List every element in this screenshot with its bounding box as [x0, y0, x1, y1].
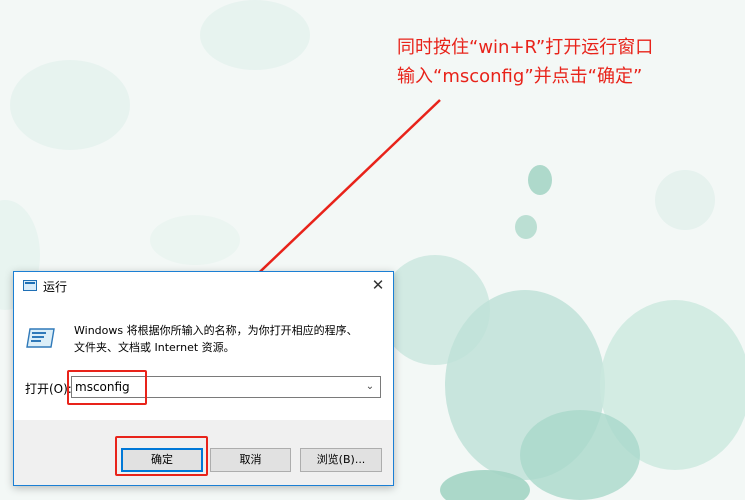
close-icon: ✕: [371, 276, 385, 294]
close-button[interactable]: ✕: [363, 272, 393, 300]
description-line-1: Windows 将根据你所输入的名称，为你打开相应的程序、: [74, 324, 358, 337]
cancel-button[interactable]: 取消: [210, 448, 291, 472]
run-dialog: 运行 ✕ Windows 将根据你所输入的名称，为你打开相应的程序、 文件夹、文…: [13, 271, 394, 486]
ok-highlight-box: [115, 436, 208, 476]
instruction-line-2: 输入“msconfig”并点击“确定”: [397, 66, 643, 87]
dialog-description: Windows 将根据你所输入的名称，为你打开相应的程序、 文件夹、文档或 In…: [74, 322, 358, 356]
instruction-annotation: 同时按住“win+R”打开运行窗口 输入“msconfig”并点击“确定”: [397, 33, 653, 91]
run-app-icon: [23, 280, 37, 291]
dialog-titlebar: 运行 ✕: [14, 272, 393, 300]
open-label: 打开(O):: [25, 382, 72, 396]
browse-button[interactable]: 浏览(B)...: [300, 448, 382, 472]
run-large-icon: [26, 328, 55, 348]
instruction-line-1: 同时按住“win+R”打开运行窗口: [397, 37, 654, 58]
description-line-2: 文件夹、文档或 Internet 资源。: [74, 341, 235, 354]
input-highlight-box: [67, 370, 147, 405]
dialog-title: 运行: [43, 280, 68, 294]
chevron-down-icon[interactable]: ⌄: [362, 378, 378, 396]
